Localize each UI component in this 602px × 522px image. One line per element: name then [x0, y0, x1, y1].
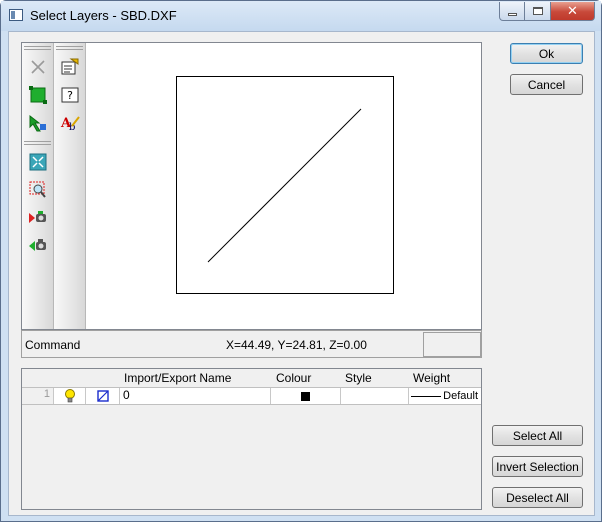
- column-header-colour[interactable]: Colour: [276, 371, 311, 385]
- cancel-button[interactable]: Cancel: [510, 74, 583, 95]
- title-bar[interactable]: Select Layers - SBD.DXF ✕: [1, 1, 601, 31]
- layers-table: Import/Export Name Colour Style Weight 1…: [21, 368, 482, 510]
- dialog-client-area: ? Ab Command X=44.49, Y=24.81, Z=0.00 Im…: [8, 31, 595, 516]
- pan-forward-icon[interactable]: [27, 207, 49, 229]
- ok-button[interactable]: Ok: [510, 43, 583, 64]
- pan-back-icon[interactable]: [27, 235, 49, 257]
- command-label: Command: [25, 338, 81, 352]
- minimize-button[interactable]: [499, 2, 525, 21]
- close-icon: ✕: [567, 3, 578, 19]
- colour-swatch: [301, 391, 310, 401]
- drawing-diagonal-line: [207, 108, 362, 263]
- column-header-style[interactable]: Style: [345, 371, 372, 385]
- toolbar-grip[interactable]: [24, 141, 51, 145]
- zoom-extents-icon[interactable]: [27, 151, 49, 173]
- svg-text:?: ?: [67, 89, 73, 102]
- window-icon: [9, 9, 23, 21]
- layer-weight-cell[interactable]: Default: [409, 388, 479, 404]
- maximize-button[interactable]: [525, 2, 551, 21]
- toolbar-grip[interactable]: [24, 46, 51, 50]
- status-extra-field: [423, 332, 481, 357]
- layer-colour-cell[interactable]: [271, 388, 341, 404]
- column-header-name[interactable]: Import/Export Name: [124, 371, 231, 385]
- delete-icon[interactable]: [27, 56, 49, 78]
- lightbulb-icon[interactable]: [54, 388, 86, 404]
- invert-selection-button[interactable]: Invert Selection: [492, 456, 583, 477]
- zoom-window-icon[interactable]: [27, 179, 49, 201]
- layer-name-cell[interactable]: 0: [120, 388, 271, 404]
- close-button[interactable]: ✕: [551, 2, 595, 21]
- toolbar-left: [22, 43, 54, 329]
- coordinates-readout: X=44.49, Y=24.81, Z=0.00: [226, 338, 367, 352]
- select-all-button[interactable]: Select All: [492, 425, 583, 446]
- drawing-preview: ? Ab: [21, 42, 482, 330]
- window-title: Select Layers - SBD.DXF: [30, 8, 177, 23]
- command-status-bar: Command X=44.49, Y=24.81, Z=0.00: [21, 330, 482, 358]
- toolbar-grip[interactable]: [56, 46, 83, 50]
- column-header-weight[interactable]: Weight: [413, 371, 450, 385]
- row-index: 1: [22, 388, 54, 404]
- select-green-icon[interactable]: [27, 84, 49, 106]
- properties-icon[interactable]: [59, 56, 81, 78]
- drawing-canvas[interactable]: [87, 43, 481, 329]
- select-arrow-icon[interactable]: [27, 112, 49, 134]
- help-icon[interactable]: ?: [59, 84, 81, 106]
- text-style-icon[interactable]: Ab: [59, 112, 81, 134]
- caption-buttons: ✕: [499, 2, 595, 21]
- maximize-icon: [532, 7, 543, 15]
- table-row[interactable]: 1 0 Default: [22, 387, 481, 405]
- deselect-all-button[interactable]: Deselect All: [492, 487, 583, 508]
- layer-style-cell[interactable]: [341, 388, 409, 404]
- toolbar-right: ? Ab: [54, 43, 86, 329]
- layer-box-icon[interactable]: [86, 388, 120, 404]
- weight-line: [411, 395, 442, 397]
- minimize-icon: [507, 13, 517, 16]
- dialog-window: Select Layers - SBD.DXF ✕ ? A b Command …: [0, 0, 602, 522]
- weight-value: Default: [443, 390, 478, 402]
